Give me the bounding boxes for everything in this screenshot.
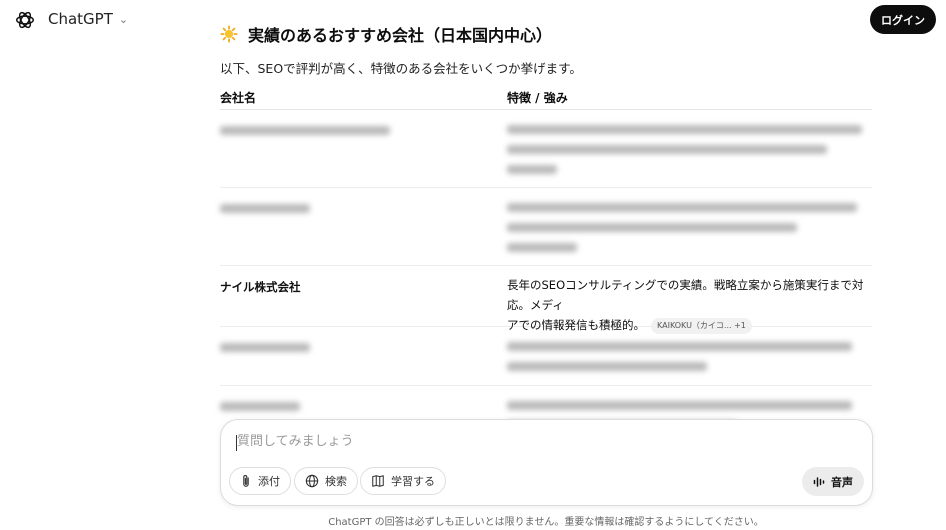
table-row: ナイル株式会社 長年のSEOコンサルティングでの実績。戦略立案から施策実行まで対… <box>220 266 872 334</box>
assistant-message: 実績のあるおすすめ会社（日本国内中心） 以下、SEOで評判が高く、特徴のある会社… <box>220 20 872 431</box>
search-label: 検索 <box>325 475 347 488</box>
app-name: ChatGPT <box>48 10 113 28</box>
study-button[interactable]: 学習する <box>360 467 446 495</box>
section-heading: 実績のあるおすすめ会社（日本国内中心） <box>220 20 872 48</box>
model-selector[interactable]: ChatGPT ⌄ <box>48 10 128 28</box>
search-button[interactable]: 検索 <box>294 467 358 495</box>
voice-wave-icon <box>813 476 825 487</box>
column-header-company: 会社名 <box>220 90 257 105</box>
heading-text: 実績のあるおすすめ会社（日本国内中心） <box>248 26 553 45</box>
blurred-cell <box>220 110 507 187</box>
attach-label: 添付 <box>258 475 280 488</box>
blurred-cell <box>507 188 872 265</box>
prompt-input[interactable] <box>235 433 839 450</box>
voice-button[interactable]: 音声 <box>802 467 864 496</box>
openai-logo-icon[interactable] <box>14 9 36 31</box>
disclaimer-text: ChatGPT の回答は必ずしも正しいとは限りません。重要な情報は確認するように… <box>328 517 764 528</box>
login-button[interactable]: ログイン <box>870 5 936 34</box>
intro-text: 以下、SEOで評判が高く、特徴のある会社をいくつか挙げます。 <box>220 61 582 76</box>
study-label: 学習する <box>391 475 435 488</box>
column-header-features: 特徴 / 強み <box>507 90 568 105</box>
attach-button[interactable]: 添付 <box>229 467 291 495</box>
company-name: ナイル株式会社 <box>220 280 301 294</box>
company-description: 長年のSEOコンサルティングでの実績。戦略立案から施策実行まで対応。メディ アで… <box>507 266 872 334</box>
blurred-cell <box>220 327 507 385</box>
table-row <box>220 188 872 266</box>
blurred-cell <box>507 110 872 187</box>
company-table: 会社名 特徴 / 強み ナイル株式会社 長年のSEOコンサルティングでの実績。戦… <box>220 85 872 431</box>
table-row <box>220 327 872 386</box>
blurred-cell <box>507 327 872 385</box>
voice-label: 音声 <box>831 475 853 489</box>
globe-icon <box>305 474 319 488</box>
table-header: 会社名 特徴 / 強み <box>220 85 872 110</box>
sun-emoji-icon <box>220 25 238 43</box>
paperclip-icon <box>243 475 249 487</box>
book-icon <box>372 475 384 487</box>
table-row <box>220 110 872 188</box>
blurred-cell <box>220 188 507 265</box>
description-line: 長年のSEOコンサルティングでの実績。戦略立案から施策実行まで対応。メディ <box>507 278 864 312</box>
chevron-down-icon: ⌄ <box>118 12 129 26</box>
message-composer: 添付 検索 学習する <box>220 419 873 506</box>
text-cursor <box>236 435 237 451</box>
